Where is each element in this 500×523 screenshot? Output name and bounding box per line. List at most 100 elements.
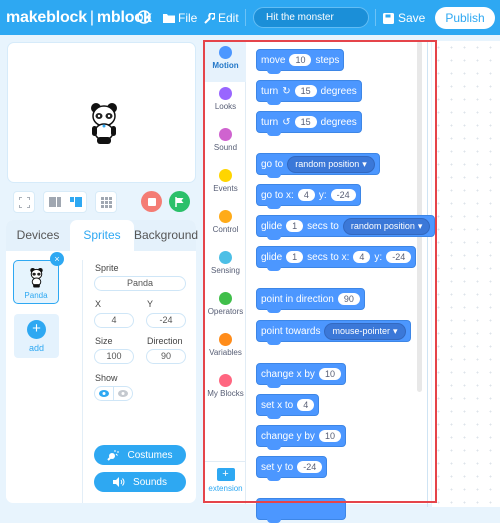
x-input[interactable]: 4 — [353, 251, 371, 263]
block-move-steps[interactable]: move 10 steps — [256, 49, 345, 74]
panda-sprite[interactable] — [89, 101, 119, 145]
block-text: y: — [318, 189, 327, 201]
publish-button[interactable]: Publish — [435, 7, 495, 29]
block-turn-left[interactable]: turn ↺ 15 degrees — [256, 111, 362, 136]
block-go-to-xy[interactable]: go to x: 4 y: -24 — [256, 184, 361, 209]
stop-button[interactable] — [141, 191, 162, 212]
save-icon — [383, 12, 394, 24]
glide-target-dropdown[interactable]: random position ▾ — [342, 217, 431, 235]
category-my-blocks[interactable]: My Blocks — [205, 369, 246, 410]
y-input[interactable]: -24 — [330, 189, 356, 201]
category-label: Sensing — [211, 266, 240, 275]
small-stage-icon[interactable] — [48, 197, 61, 207]
project-name-input[interactable]: Hit the monster — [253, 7, 369, 28]
block-point-in-direction[interactable]: point in direction 90 — [256, 288, 365, 313]
category-operators[interactable]: Operators — [205, 287, 246, 328]
x-label: X — [95, 299, 102, 309]
block-glide-to[interactable]: glide 1 secs to random position ▾ — [256, 215, 436, 240]
sounds-button[interactable]: Sounds — [94, 472, 186, 492]
set-x-input[interactable]: 4 — [297, 399, 315, 411]
direction-input[interactable]: 90 — [146, 349, 186, 364]
direction-label: Direction — [147, 336, 183, 346]
block-text: secs to x: — [307, 251, 350, 263]
sprite-name-input[interactable]: Panda — [94, 276, 186, 291]
size-input[interactable]: 100 — [94, 349, 134, 364]
category-looks[interactable]: Looks — [205, 82, 246, 123]
tab-sprites[interactable]: Sprites — [70, 220, 134, 251]
divider — [375, 9, 376, 26]
motion-dot-icon — [219, 46, 232, 59]
costumes-button[interactable]: Costumes — [94, 445, 186, 465]
block-glide-xy[interactable]: glide 1 secs to x: 4 y: -24 — [256, 246, 417, 271]
large-stage-icon[interactable] — [69, 197, 82, 207]
y-label: Y — [147, 299, 154, 309]
events-dot-icon — [219, 169, 232, 182]
category-motion[interactable]: Motion — [205, 41, 246, 82]
variables-dot-icon — [219, 333, 232, 346]
change-x-input[interactable]: 10 — [318, 368, 341, 380]
globe-icon[interactable] — [137, 10, 151, 27]
show-hidden-button[interactable] — [114, 387, 132, 400]
x-input[interactable]: 4 — [94, 313, 134, 328]
file-menu[interactable]: File — [163, 11, 197, 25]
dropdown-value: random position — [295, 159, 360, 169]
block-set-y[interactable]: set y to -24 — [256, 456, 328, 481]
stage-layout-toggle[interactable] — [43, 191, 87, 213]
eye-icon — [99, 390, 109, 397]
eye-hidden-icon — [118, 390, 128, 397]
add-sprite-button[interactable]: + add — [14, 314, 59, 358]
y-input[interactable]: -24 — [386, 251, 412, 263]
block-partial[interactable] — [256, 498, 346, 523]
delete-sprite-button[interactable]: × — [50, 252, 64, 266]
category-label: Events — [213, 184, 238, 193]
secs-input[interactable]: 1 — [286, 251, 304, 263]
tab-background[interactable]: Background — [134, 220, 198, 251]
brand-logo: makeblock | mblock — [6, 9, 152, 27]
save-button[interactable]: Save — [383, 11, 425, 25]
block-go-to[interactable]: go to random position ▾ — [256, 153, 380, 178]
y-input[interactable]: -24 — [146, 313, 186, 328]
tab-devices[interactable]: Devices — [6, 220, 70, 251]
block-turn-right[interactable]: turn ↻ 15 degrees — [256, 80, 362, 105]
category-variables[interactable]: Variables — [205, 328, 246, 369]
sprite-name-label: Sprite — [95, 263, 119, 273]
code-workspace[interactable] — [432, 41, 500, 507]
degrees-input[interactable]: 15 — [294, 85, 317, 97]
go-to-target-dropdown[interactable]: random position ▾ — [287, 155, 375, 173]
category-label: Sound — [213, 143, 238, 152]
block-change-y[interactable]: change y by 10 — [256, 425, 346, 450]
sprite-card-panda[interactable]: Panda — [13, 260, 59, 304]
block-point-towards[interactable]: point towards mouse-pointer ▾ — [256, 320, 411, 345]
plus-icon: + — [27, 320, 46, 339]
steps-input[interactable]: 10 — [289, 54, 312, 66]
category-events[interactable]: Events — [205, 164, 246, 205]
looks-dot-icon — [219, 87, 232, 100]
file-label: File — [178, 11, 198, 25]
extension-button[interactable]: + extension — [205, 461, 246, 504]
green-flag-button[interactable] — [169, 191, 190, 212]
edit-menu[interactable]: Edit — [204, 11, 239, 25]
block-change-x[interactable]: change x by 10 — [256, 363, 346, 388]
set-y-input[interactable]: -24 — [297, 461, 323, 473]
point-towards-dropdown[interactable]: mouse-pointer ▾ — [324, 322, 406, 340]
block-text: move — [261, 54, 286, 66]
category-control[interactable]: Control — [205, 205, 246, 246]
degrees-input[interactable]: 15 — [294, 116, 317, 128]
change-y-input[interactable]: 10 — [318, 430, 341, 442]
category-sound[interactable]: Sound — [205, 123, 246, 164]
divider — [245, 9, 246, 26]
extension-label: extension — [208, 484, 243, 493]
category-label: My Blocks — [207, 389, 244, 398]
stage-canvas[interactable] — [7, 42, 196, 183]
block-text: turn — [261, 116, 279, 128]
category-sensing[interactable]: Sensing — [205, 246, 246, 287]
show-visible-button[interactable] — [95, 387, 114, 400]
x-input[interactable]: 4 — [297, 189, 315, 201]
category-label: Variables — [209, 348, 242, 357]
block-set-x[interactable]: set x to 4 — [256, 394, 320, 419]
direction-input[interactable]: 90 — [337, 293, 360, 305]
block-text: glide — [261, 220, 283, 232]
fullscreen-button[interactable] — [13, 191, 35, 213]
grid-button[interactable] — [95, 191, 117, 213]
secs-input[interactable]: 1 — [286, 220, 304, 232]
